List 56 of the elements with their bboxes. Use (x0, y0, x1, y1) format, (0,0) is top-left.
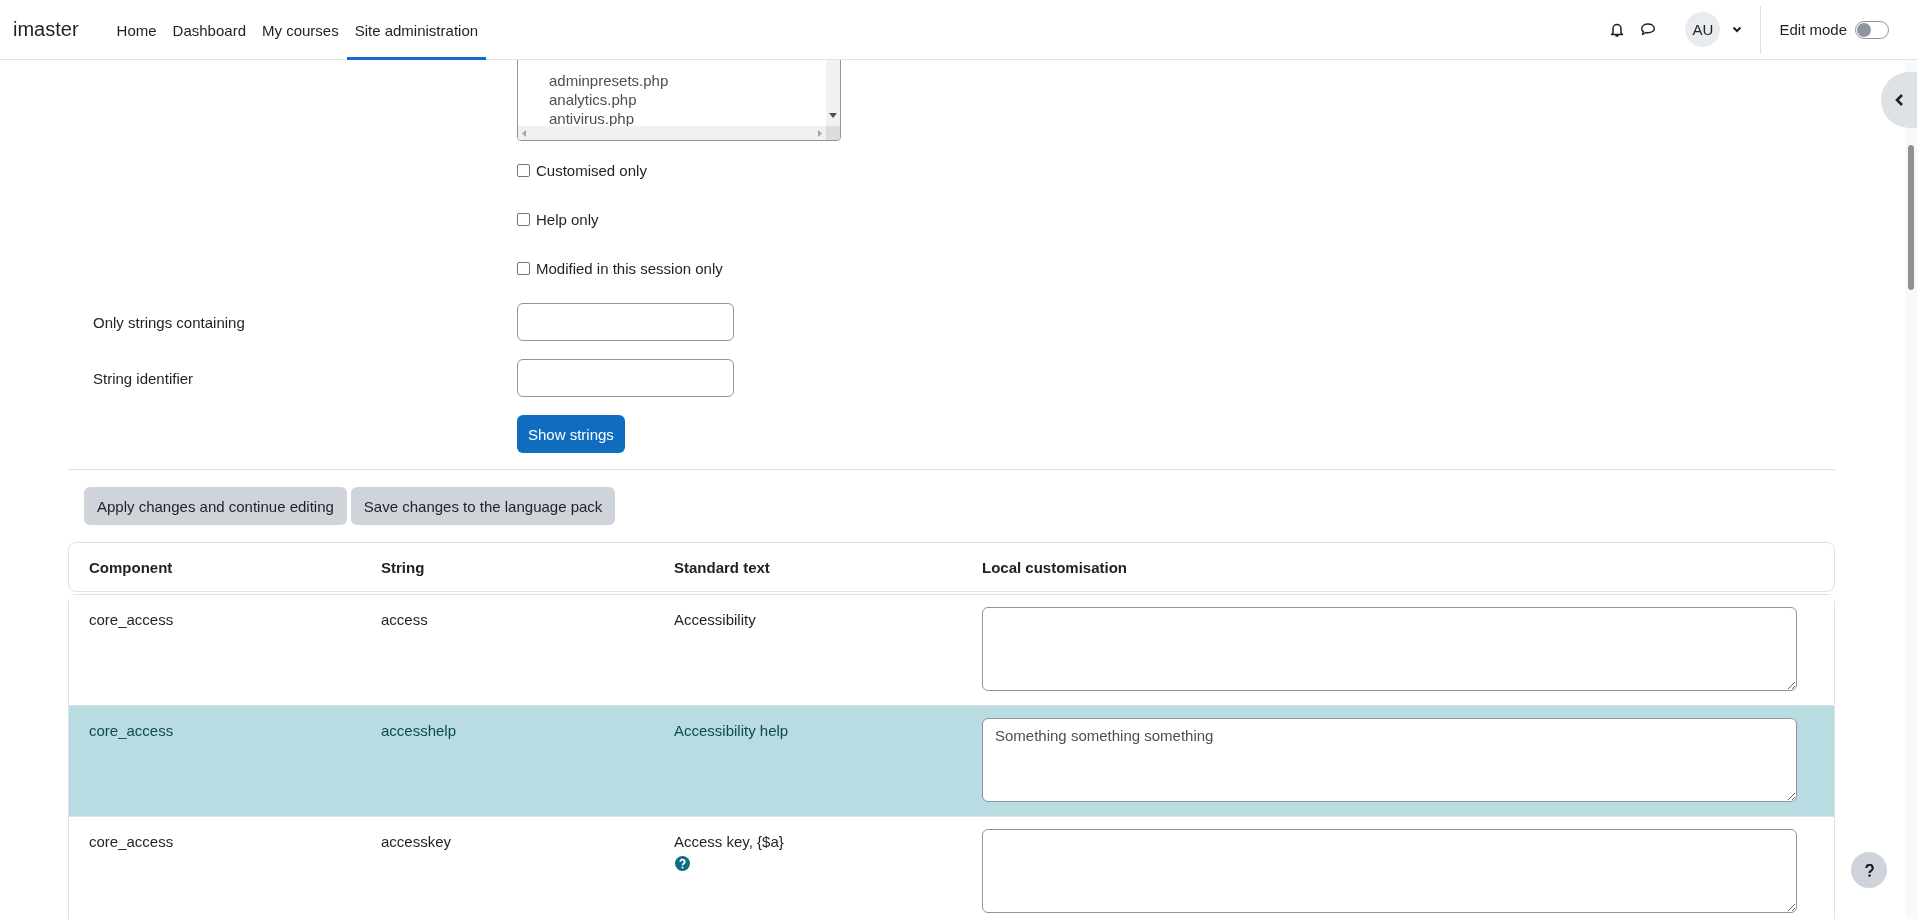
checkbox[interactable] (517, 261, 530, 275)
checkbox-label: Modified in this session only (536, 259, 723, 277)
nav-tab[interactable]: Site administration (346, 0, 487, 60)
nav-tab[interactable]: Dashboard (164, 0, 254, 60)
table-cell: access (381, 611, 428, 628)
column-header: Component (89, 558, 174, 576)
list-option[interactable]: antivirus.php (549, 109, 635, 128)
user-avatar[interactable]: AU (1685, 12, 1721, 47)
input-field[interactable] (517, 359, 734, 397)
table-cell: Accessibility (674, 611, 756, 628)
scroll-right-icon[interactable] (818, 130, 822, 137)
chevron-left-icon (1894, 93, 1904, 107)
customisation-field[interactable] (982, 829, 1797, 913)
field-label: String identifier (93, 369, 195, 387)
checkbox[interactable] (517, 163, 530, 177)
edit-mode-label: Edit mode (1779, 21, 1847, 38)
checkbox[interactable] (517, 212, 530, 226)
scroll-left-icon[interactable] (522, 130, 526, 137)
checkbox-label: Customised only (536, 161, 647, 179)
customisation-field[interactable] (982, 607, 1797, 691)
scrollbar[interactable] (518, 126, 826, 140)
file-listbox[interactable]: adminpresets.php analytics.php antivirus.php (517, 60, 841, 141)
nav-tab[interactable]: Home (108, 0, 165, 60)
input-field[interactable] (517, 303, 734, 341)
column-header: String (381, 558, 426, 576)
field-label: Only strings containing (93, 313, 246, 331)
action-button[interactable]: Apply changes and continue editing (84, 487, 347, 525)
action-button[interactable]: Save changes to the language pack (350, 487, 616, 525)
list-option[interactable]: analytics.php (549, 90, 637, 109)
help-button[interactable] (1851, 852, 1887, 888)
chat-icon[interactable] (1640, 22, 1657, 37)
list-option[interactable]: adminpresets.php (549, 71, 669, 90)
scrollbar-corner (826, 126, 840, 140)
table-cell: core_access (89, 833, 174, 850)
customisation-field[interactable]: Something something something (982, 718, 1797, 802)
table-cell: core_access (89, 611, 174, 628)
checkbox-label: Help only (536, 210, 599, 228)
table-cell: accesshelp (381, 722, 457, 739)
table-cell: Access key, {$a} (674, 833, 784, 850)
show-strings-button[interactable]: Show strings (517, 415, 625, 453)
drawer-toggle-button[interactable] (1881, 72, 1917, 128)
column-header: Local customisation (982, 558, 1129, 576)
table-cell: core_access (89, 722, 174, 739)
help-icon[interactable] (675, 856, 690, 871)
table-cell: accesskey (381, 833, 452, 850)
bell-icon[interactable] (1610, 21, 1625, 38)
site-name[interactable]: imaster (13, 18, 79, 41)
table-cell: Accessibility help (674, 722, 789, 739)
nav-tab[interactable]: My courses (254, 0, 347, 60)
scrollbar[interactable] (826, 60, 840, 126)
edit-mode-toggle[interactable] (1855, 20, 1889, 39)
column-header: Standard text (674, 558, 771, 576)
page-scrollbar[interactable] (1905, 60, 1917, 919)
caret-icon[interactable] (1732, 26, 1743, 33)
question-icon (1864, 863, 1874, 877)
scroll-down-icon[interactable] (829, 113, 837, 118)
